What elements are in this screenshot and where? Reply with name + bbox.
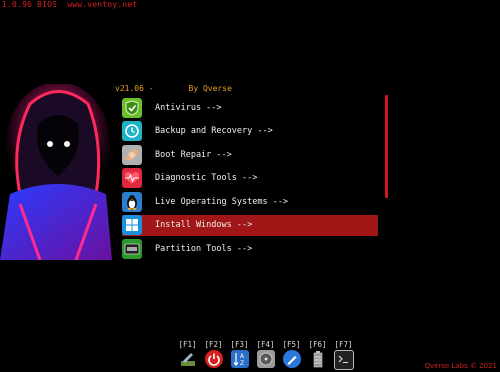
menu-header: v21.06 - By Qverse: [115, 84, 232, 93]
copyright-text: Qverse Labs © 2021: [424, 362, 497, 370]
power-icon: [204, 350, 223, 368]
menu-item-antivirus[interactable]: Antivirus -->: [122, 97, 378, 118]
fkey-f7[interactable]: [F7]: [331, 340, 356, 370]
function-key-bar: [F1] [F2] [F3] AZ [F4] [F5] [F6] [F7]: [175, 340, 357, 370]
fkey-label: [F4]: [256, 340, 275, 349]
menu-item-label: Diagnostic Tools -->: [155, 173, 258, 183]
fkey-f4[interactable]: [F4]: [253, 340, 278, 370]
menu-item-label: Live Operating Systems -->: [155, 196, 289, 207]
bios-version: 1.0.96 BIOS: [2, 0, 58, 9]
pen-icon: [282, 350, 301, 368]
fkey-f2[interactable]: [F2]: [201, 340, 226, 370]
sort-az-icon: AZ: [230, 350, 249, 368]
menu-item-diagnostic[interactable]: Diagnostic Tools -->: [122, 168, 378, 189]
linux-penguin-icon: [122, 191, 142, 212]
menu-item-label: Boot Repair -->: [155, 149, 232, 160]
fkey-f5[interactable]: [F5]: [279, 340, 304, 370]
antivirus-shield-icon: [122, 97, 142, 118]
menu-item-partition[interactable]: Partition Tools -->: [122, 238, 378, 259]
fkey-f3[interactable]: [F3] AZ: [227, 340, 252, 370]
tools-icon: [179, 350, 197, 368]
menu-item-install-windows[interactable]: Install Windows -->: [122, 214, 378, 236]
hooded-figure-art: [0, 84, 112, 260]
svg-text:A: A: [240, 353, 245, 360]
menu-item-boot-repair[interactable]: Boot Repair -->: [122, 144, 378, 165]
menu-scrollbar[interactable]: [385, 95, 388, 198]
menu-item-label: Backup and Recovery -->: [155, 126, 273, 136]
fkey-label: [F1]: [178, 340, 197, 349]
ssd-drive-icon: [122, 238, 142, 259]
menu-item-live-os[interactable]: Live Operating Systems -->: [122, 191, 378, 212]
battery-icon: [309, 350, 327, 368]
menu-item-label: Partition Tools -->: [155, 243, 253, 254]
menu-version: v21.06 -: [115, 84, 154, 93]
bandage-icon: [122, 144, 142, 165]
menu-item-backup[interactable]: Backup and Recovery -->: [122, 121, 378, 142]
fkey-label: [F6]: [308, 340, 327, 349]
disk-drive-icon: [256, 350, 275, 368]
fkey-f1[interactable]: [F1]: [175, 340, 200, 370]
fkey-label: [F7]: [334, 340, 353, 349]
boot-menu: Antivirus --> Backup and Recovery --> Bo…: [122, 97, 378, 262]
fkey-label: [F5]: [282, 340, 301, 349]
fkey-f6[interactable]: [F6]: [305, 340, 330, 370]
svg-text:Z: Z: [240, 360, 244, 367]
terminal-icon: [333, 350, 354, 370]
menu-item-label: Antivirus -->: [155, 102, 222, 113]
menu-author: By Qverse: [188, 84, 232, 93]
ventoy-version-line: 1.0.96 BIOS www.ventoy.net: [2, 0, 137, 9]
heartbeat-icon: [122, 168, 142, 188]
backup-clock-icon: [122, 121, 142, 141]
menu-item-label: Install Windows -->: [155, 220, 253, 230]
windows-logo-icon: [122, 215, 142, 235]
ventoy-url: www.ventoy.net: [67, 0, 138, 9]
fkey-label: [F3]: [230, 340, 249, 349]
fkey-label: [F2]: [204, 340, 223, 349]
